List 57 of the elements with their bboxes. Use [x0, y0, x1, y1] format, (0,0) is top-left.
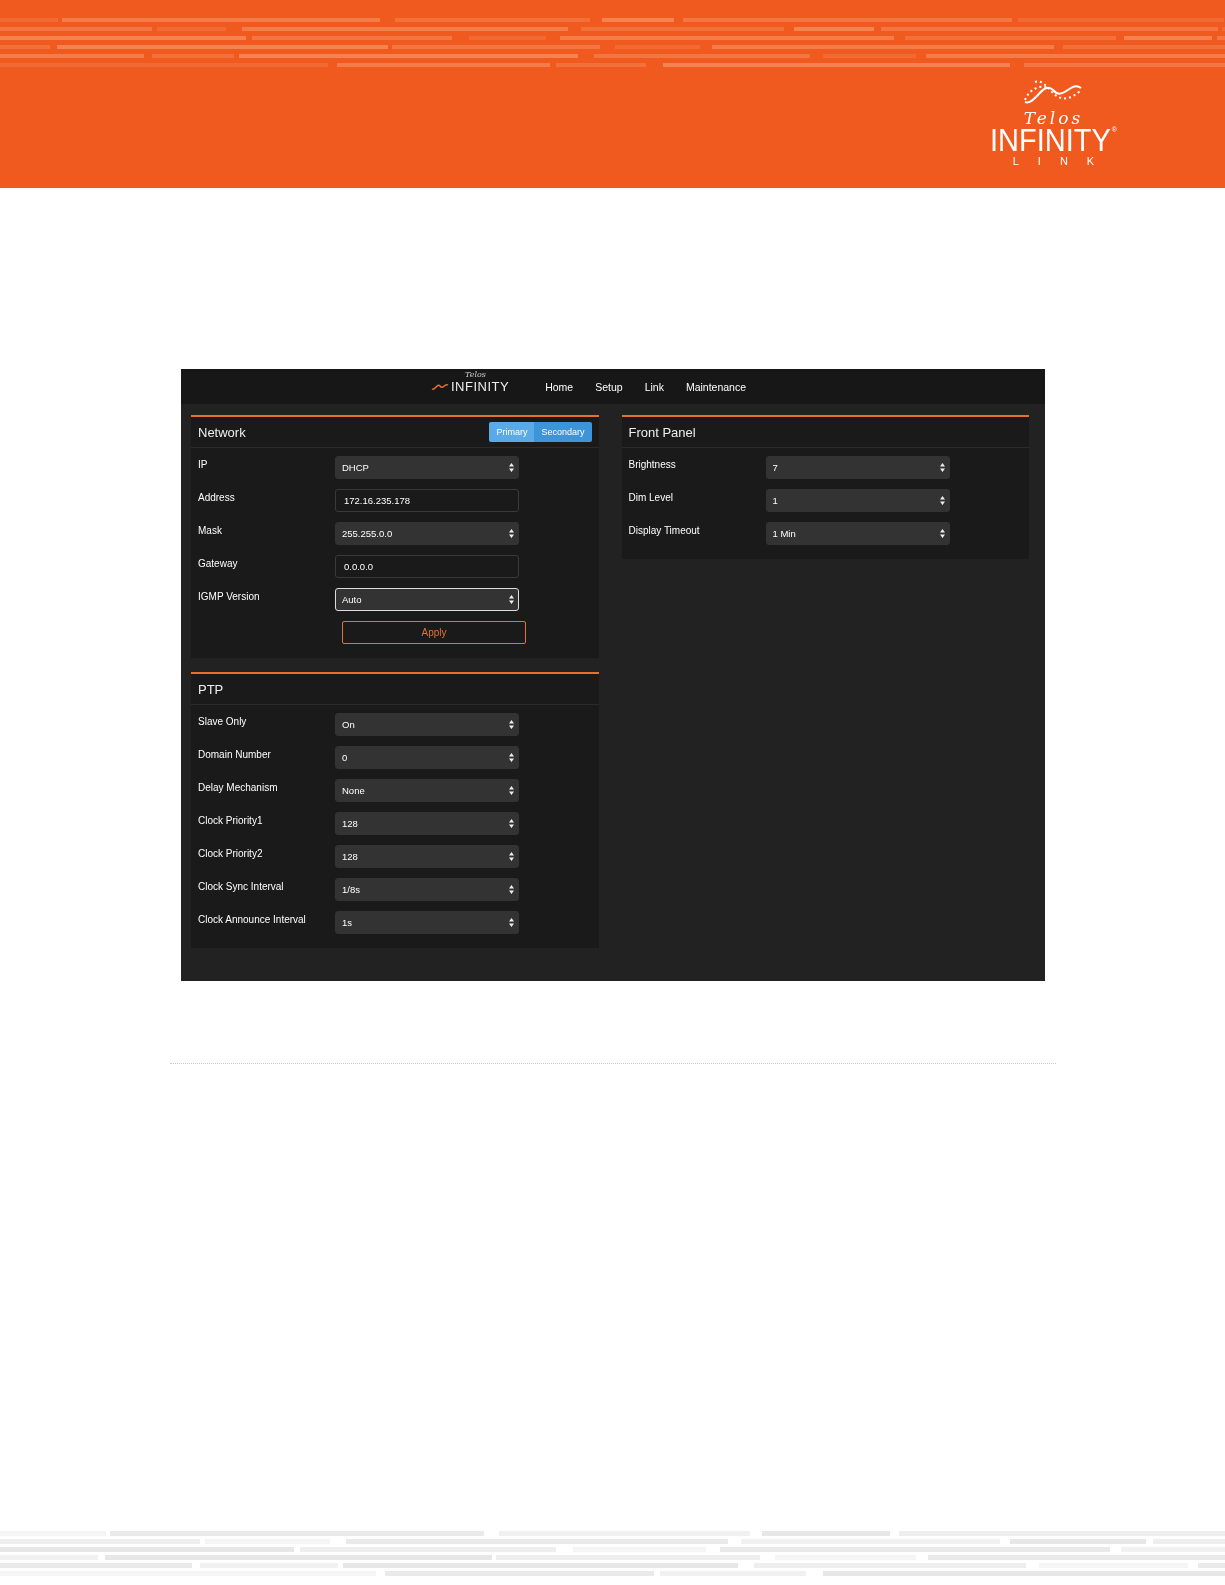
- logo-wordmark: INFINITY: [451, 379, 510, 394]
- select-field[interactable]: 1/8s: [335, 878, 519, 901]
- nav-link[interactable]: Home: [545, 380, 574, 393]
- field-label: IP: [198, 458, 209, 470]
- updown-caret-icon: [509, 819, 514, 828]
- select-field[interactable]: 7: [765, 456, 950, 479]
- select-field[interactable]: DHCP: [335, 456, 519, 479]
- logo-wordmark: INFINITY: [990, 124, 1111, 156]
- panel-title: PTP: [198, 681, 224, 697]
- select-field[interactable]: None: [335, 779, 519, 802]
- select-field[interactable]: 1: [765, 489, 950, 512]
- field-label: Mask: [198, 524, 223, 536]
- input-field[interactable]: 172.16.235.178: [335, 489, 519, 512]
- field-label: Display Timeout: [628, 524, 701, 536]
- select-field[interactable]: 255.255.0.0: [335, 522, 519, 545]
- nav-link[interactable]: Setup: [595, 380, 623, 393]
- field-label: Gateway: [198, 557, 239, 569]
- updown-caret-icon: [509, 885, 514, 894]
- updown-caret-icon: [509, 753, 514, 762]
- field-label: IGMP Version: [198, 590, 261, 602]
- select-field[interactable]: Auto: [335, 588, 519, 611]
- panel-title: Network: [198, 424, 246, 440]
- field-label: Address: [198, 491, 236, 503]
- updown-caret-icon: [939, 529, 945, 538]
- updown-caret-icon: [509, 529, 514, 538]
- field-label: Delay Mechanism: [198, 781, 279, 793]
- infinity-loop-icon: [431, 382, 449, 391]
- field-label: Domain Number: [198, 748, 272, 760]
- field-label: Dim Level: [628, 491, 674, 503]
- updown-caret-icon: [509, 595, 514, 604]
- select-field[interactable]: On: [335, 713, 519, 736]
- updown-caret-icon: [509, 918, 514, 927]
- field-label: Slave Only: [198, 715, 248, 727]
- updown-caret-icon: [509, 786, 514, 795]
- updown-caret-icon: [509, 720, 514, 729]
- updown-caret-icon: [939, 496, 945, 505]
- select-field[interactable]: 128: [335, 845, 519, 868]
- panel-title: Front Panel: [628, 424, 696, 440]
- select-field[interactable]: 0: [335, 746, 519, 769]
- field-label: Clock Sync Interval: [198, 880, 285, 892]
- field-label: Brightness: [628, 458, 677, 470]
- updown-caret-icon: [939, 463, 945, 472]
- field-label: Clock Priority2: [198, 847, 264, 859]
- nav-link[interactable]: Link: [644, 380, 664, 393]
- field-label: Clock Priority1: [198, 814, 264, 826]
- input-field[interactable]: 0.0.0.0: [335, 555, 519, 578]
- logo-script-text: Telos: [465, 370, 486, 379]
- logo-script-text: Telos: [1023, 110, 1084, 126]
- logo-subtitle: LINK: [1012, 154, 1114, 168]
- apply-button[interactable]: Apply: [342, 621, 526, 644]
- updown-caret-icon: [509, 463, 514, 472]
- select-field[interactable]: 128: [335, 812, 519, 835]
- updown-caret-icon: [509, 852, 514, 861]
- select-field[interactable]: 1s: [335, 911, 519, 934]
- select-field[interactable]: 1 Min: [765, 522, 950, 545]
- field-label: Clock Announce Interval: [198, 913, 307, 925]
- nav-link[interactable]: Maintenance: [685, 380, 747, 393]
